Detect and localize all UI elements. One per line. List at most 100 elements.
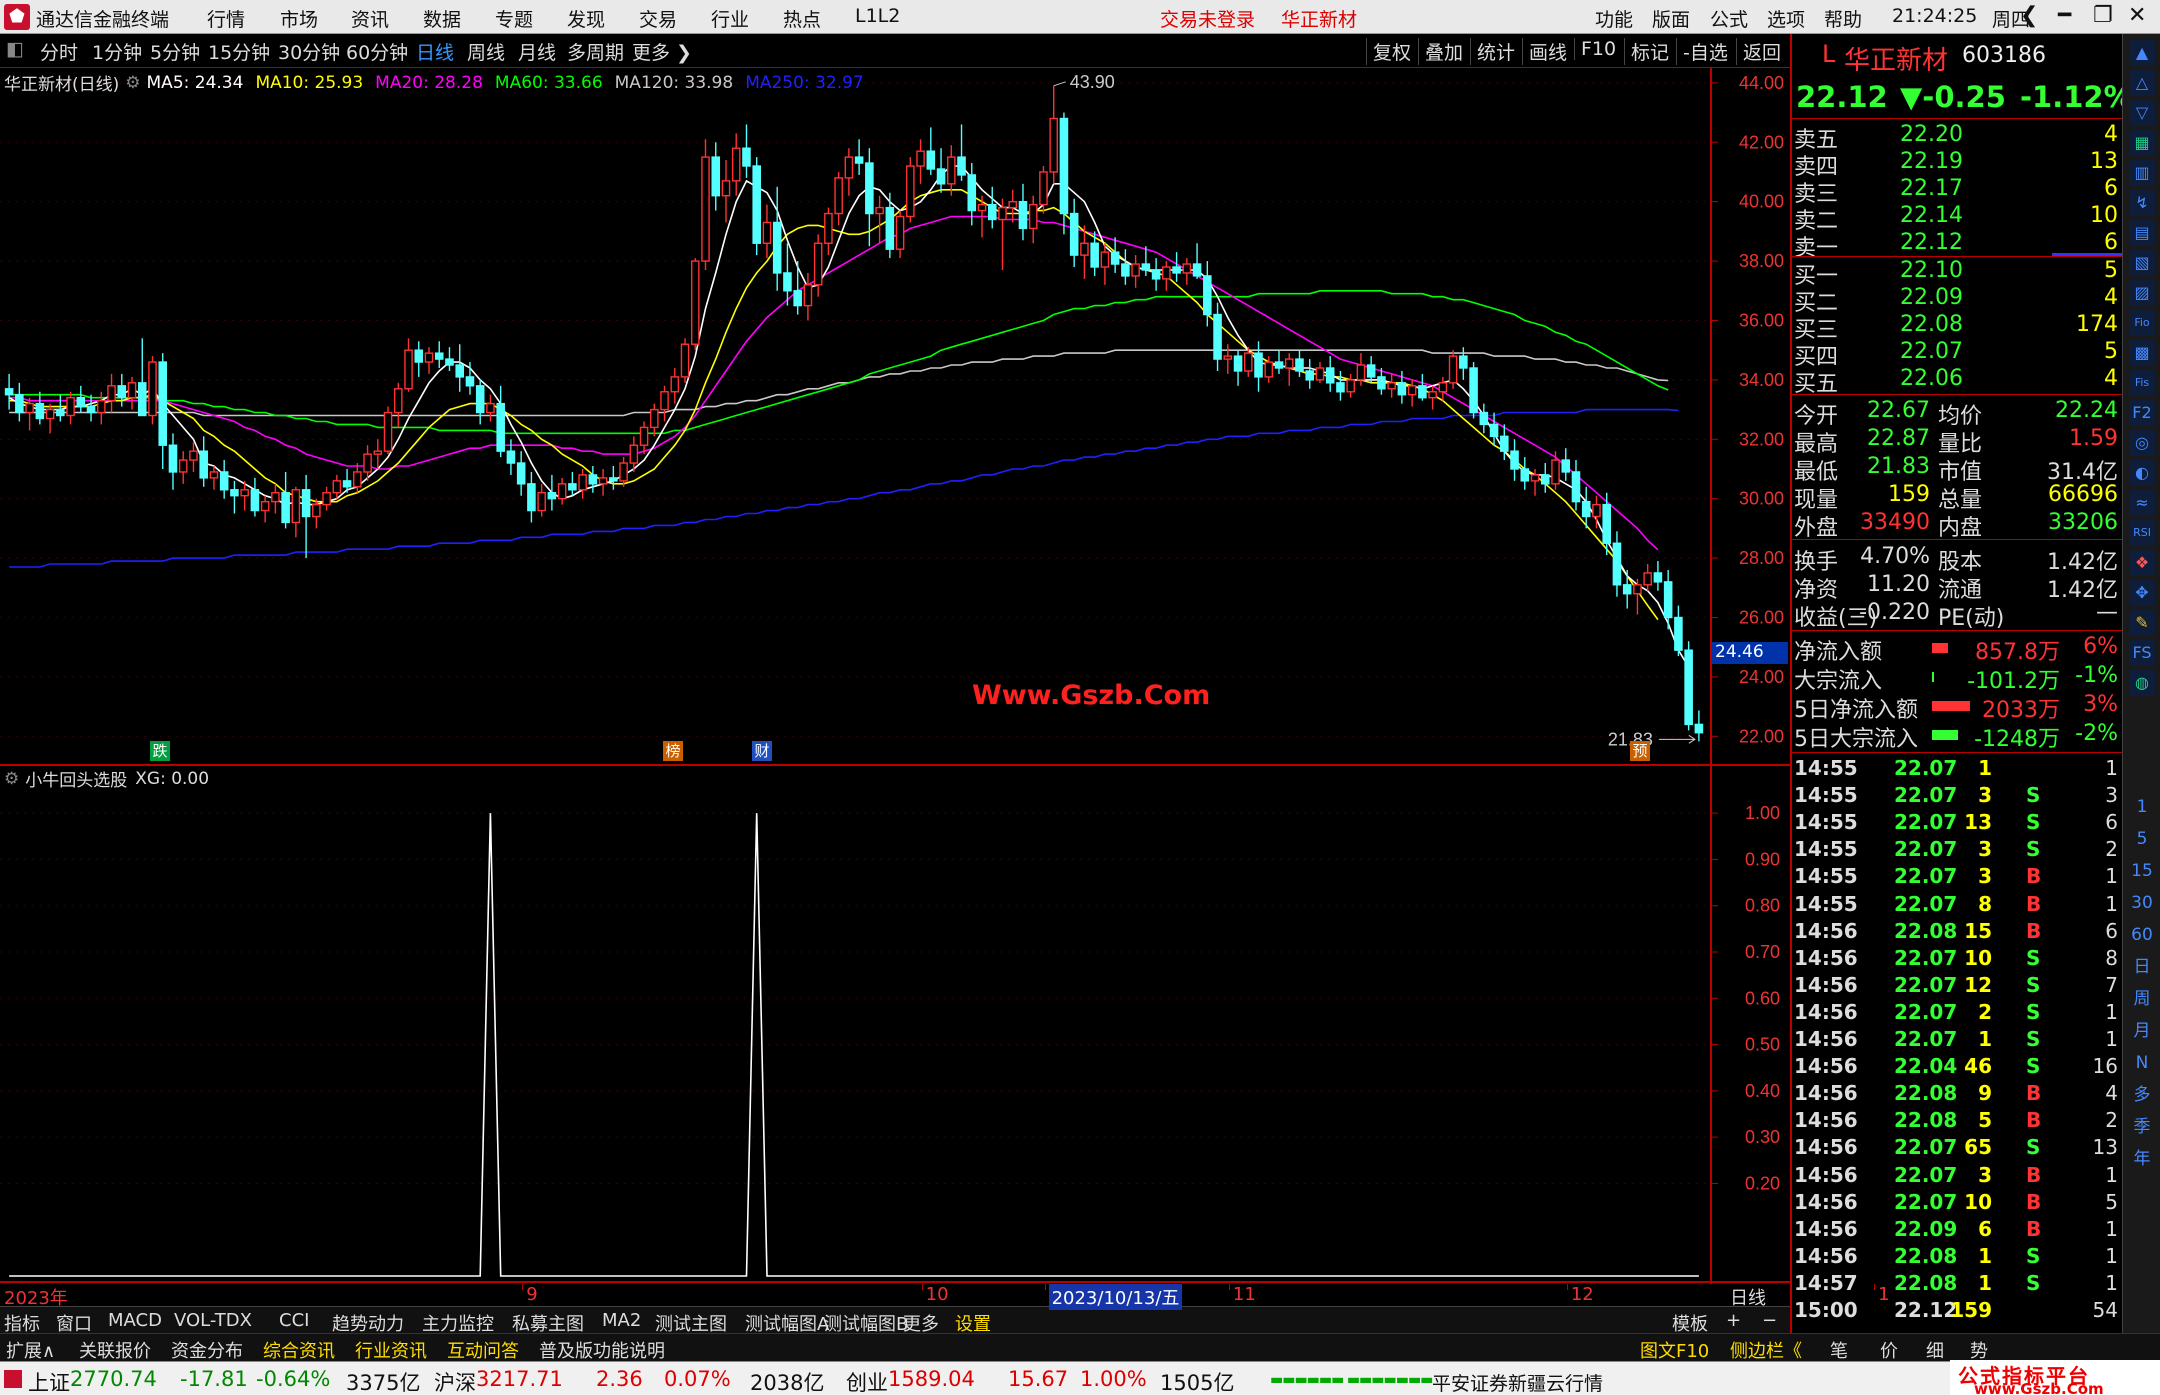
indicator-tab[interactable]: MA2 (602, 1310, 641, 1331)
tick-row[interactable]: 14:56 22.04 46 S 16 (1792, 1054, 2122, 1081)
legend-settings-icon[interactable]: ⚙ (125, 73, 140, 93)
tick-row[interactable]: 14:55 22.07 13 S 6 (1792, 810, 2122, 837)
menu-item-banmian[interactable]: 版面 (1652, 5, 1690, 32)
side-tool-icon[interactable]: ✎ (2129, 610, 2155, 636)
bid-row[interactable]: 买四 22.07 5 (1792, 339, 2122, 370)
side-tool-icon[interactable]: ▩ (2129, 340, 2155, 366)
side-tool-icon[interactable]: 日 (2129, 954, 2155, 980)
side-tool-icon[interactable]: 1 (2129, 794, 2155, 820)
tool-huaxian[interactable]: 画线 (1522, 38, 1573, 65)
maximize-icon[interactable]: ❐ (2093, 3, 2113, 28)
indicator-chart[interactable]: 1.00 0.90 0.80 0.70 0.60 0.50 0.40 0.30 0.20 ⚙ 小… (0, 766, 1790, 1286)
ask-row[interactable]: 卖四 22.19 13 (1792, 149, 2122, 180)
remove-tab-button[interactable]: − (1762, 1310, 1777, 1331)
menu-item-gongneng[interactable]: 功能 (1595, 5, 1633, 32)
event-marker-die[interactable]: 跌 (150, 741, 170, 761)
tick-row[interactable]: 14:56 22.08 1 S 1 (1792, 1244, 2122, 1271)
menu-item-hangqing[interactable]: 行情 (207, 5, 245, 32)
tick-row[interactable]: 14:56 22.08 5 B 2 (1792, 1108, 2122, 1135)
tick-row[interactable]: 14:56 22.07 65 S 13 (1792, 1135, 2122, 1162)
side-tool-icon[interactable]: ▽ (2129, 100, 2155, 126)
bid-row[interactable]: 买五 22.06 4 (1792, 366, 2122, 397)
indicator-tab[interactable]: CCI (279, 1310, 309, 1331)
sub-legend-settings-icon[interactable]: ⚙ (4, 769, 19, 789)
tick-row[interactable]: 14:56 22.08 9 B 4 (1792, 1081, 2122, 1108)
bid-row[interactable]: 买三 22.08 174 (1792, 312, 2122, 343)
tick-row[interactable]: 14:55 22.07 1 1 (1792, 756, 2122, 783)
period-60min[interactable]: 60分钟 (346, 38, 408, 65)
side-tool-icon[interactable]: ↯ (2129, 190, 2155, 216)
add-tab-button[interactable]: + (1726, 1310, 1741, 1331)
side-tool-icon[interactable]: 30 (2129, 890, 2155, 916)
side-tool-icon[interactable]: 年 (2129, 1146, 2155, 1172)
panel-toggle-icon[interactable]: ◧ (6, 38, 24, 60)
tick-row[interactable]: 14:57 22.08 1 S 1 (1792, 1271, 2122, 1298)
side-tool-icon[interactable]: 季 (2129, 1114, 2155, 1140)
side-tool-icon[interactable]: ▨ (2129, 280, 2155, 306)
ask-row[interactable]: 卖二 22.14 10 (1792, 203, 2122, 234)
side-tool-icon[interactable]: ▲ (2129, 40, 2155, 66)
bottom-tab[interactable]: 互动问答 (447, 1337, 519, 1363)
bid-row[interactable]: 买一 22.10 5 (1792, 258, 2122, 289)
menu-item-zhuanti[interactable]: 专题 (495, 5, 533, 32)
side-tool-icon[interactable]: ◐ (2129, 460, 2155, 486)
close-icon[interactable]: ✕ (2128, 3, 2146, 28)
main-chart[interactable]: 44.00 42.00 40.00 38.00 36.00 34.00 32.00 30.00… (0, 68, 1790, 766)
bottom-right-tab[interactable]: 价 (1880, 1337, 1898, 1363)
tool-zixuan[interactable]: -自选 (1676, 38, 1734, 65)
side-tool-icon[interactable]: FS (2129, 640, 2155, 666)
side-tool-icon[interactable]: ◍ (2129, 670, 2155, 696)
tick-row[interactable]: 14:56 22.07 10 S 8 (1792, 946, 2122, 973)
tick-row[interactable]: 14:56 22.07 10 B 5 (1792, 1190, 2122, 1217)
tick-row[interactable]: 14:56 22.07 3 B 1 (1792, 1163, 2122, 1190)
bottom-tab[interactable]: 普及版功能说明 (539, 1337, 665, 1363)
bottom-tab[interactable]: 行业资讯 (355, 1337, 427, 1363)
tool-biaoji[interactable]: 标记 (1624, 38, 1675, 65)
candle[interactable] (906, 157, 915, 223)
candle[interactable] (1448, 350, 1458, 389)
bottom-right-tab[interactable]: 侧边栏《 (1730, 1337, 1802, 1363)
menu-item-xuanxiang[interactable]: 选项 (1767, 5, 1805, 32)
side-tool-icon[interactable]: 多 (2129, 1082, 2155, 1108)
period-monthly[interactable]: 月线 (518, 38, 556, 65)
side-tool-icon[interactable]: ◎ (2129, 430, 2155, 456)
side-tool-icon[interactable]: 5 (2129, 826, 2155, 852)
xg-indicator-chart[interactable]: 1.00 0.90 0.80 0.70 0.60 0.50 0.40 0.30 0.20 (0, 766, 1790, 1286)
period-multi[interactable]: 多周期 (567, 38, 624, 65)
tool-fanhui[interactable]: 返回 (1736, 38, 1787, 65)
candle[interactable] (383, 406, 393, 455)
menu-item-gongshi[interactable]: 公式 (1710, 5, 1748, 32)
menu-item-zixun[interactable]: 资讯 (351, 5, 389, 32)
tick-row[interactable]: 14:56 22.07 1 S 1 (1792, 1027, 2122, 1054)
side-tool-icon[interactable]: 周 (2129, 986, 2155, 1012)
candle[interactable] (680, 338, 690, 383)
tick-row[interactable]: 14:56 22.07 12 S 7 (1792, 973, 2122, 1000)
side-tool-icon[interactable]: F2 (2129, 400, 2155, 426)
tool-f10[interactable]: F10 (1574, 38, 1622, 60)
menu-item-hangye[interactable]: 行业 (711, 5, 749, 32)
menu-item-faxian[interactable]: 发现 (567, 5, 605, 32)
period-fenshi[interactable]: 分时 (40, 38, 78, 65)
minimize-icon[interactable]: ━ (2058, 3, 2071, 28)
side-tool-icon[interactable]: RSI (2129, 520, 2155, 546)
tool-diejia[interactable]: 叠加 (1418, 38, 1469, 65)
candle[interactable] (701, 139, 710, 270)
event-marker-bang[interactable]: 榜 (663, 741, 683, 761)
tick-row[interactable]: 14:55 22.07 3 S 3 (1792, 783, 2122, 810)
side-tool-icon[interactable]: ≈ (2129, 490, 2155, 516)
period-15min[interactable]: 15分钟 (208, 38, 270, 65)
side-tool-icon[interactable]: △ (2129, 70, 2155, 96)
bid-row[interactable]: 买二 22.09 4 (1792, 285, 2122, 316)
period-weekly[interactable]: 周线 (467, 38, 505, 65)
tick-row[interactable]: 14:55 22.07 3 S 2 (1792, 837, 2122, 864)
candle[interactable] (1469, 362, 1478, 419)
period-30min[interactable]: 30分钟 (278, 38, 340, 65)
ask-row[interactable]: 卖五 22.20 4 (1792, 122, 2122, 153)
tick-row[interactable]: 14:55 22.07 3 B 1 (1792, 864, 2122, 891)
side-tool-icon[interactable]: ▤ (2129, 220, 2155, 246)
menu-item-jiaoyi[interactable]: 交易 (639, 5, 677, 32)
login-status[interactable]: 交易未登录 (1160, 5, 1255, 32)
menu-item-shichang[interactable]: 市场 (280, 5, 318, 32)
side-tool-icon[interactable]: ❖ (2129, 550, 2155, 576)
side-tool-icon[interactable]: N (2129, 1050, 2155, 1076)
